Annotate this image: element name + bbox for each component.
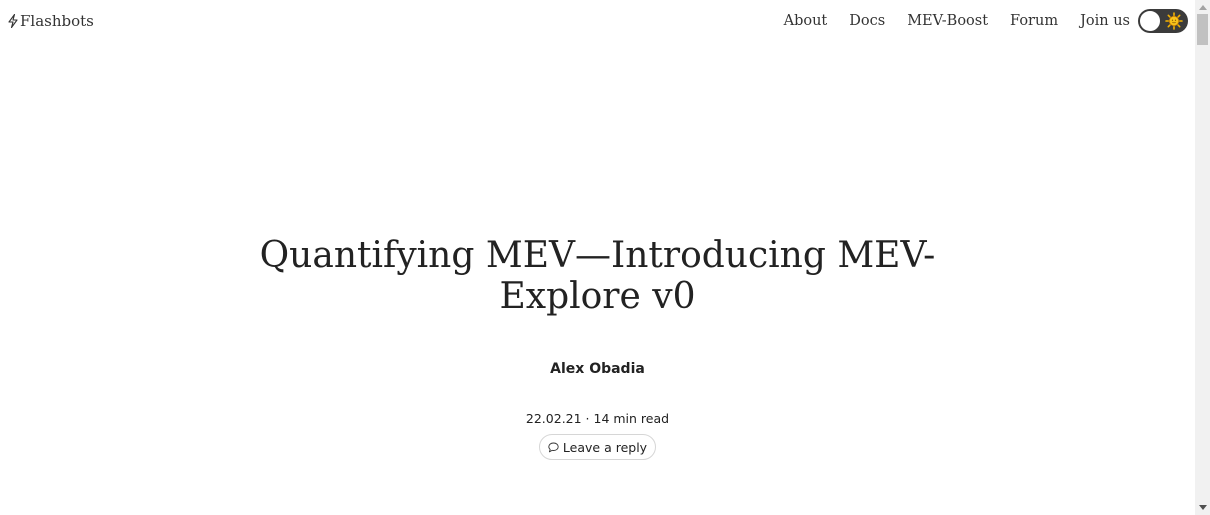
reply-wrap: Leave a reply: [0, 434, 1195, 460]
article-title: Quantifying MEV—Introducing MEV- Explore…: [0, 235, 1195, 317]
nav-forum[interactable]: Forum: [1010, 13, 1058, 29]
logo-text: Flashbots: [20, 12, 94, 30]
scroll-up-arrow-icon[interactable]: [1199, 5, 1207, 10]
leave-reply-button[interactable]: Leave a reply: [538, 434, 657, 460]
author-name[interactable]: Alex Obadia: [0, 361, 1195, 377]
vertical-scrollbar[interactable]: [1195, 0, 1210, 515]
title-line-1: Quantifying MEV—Introducing MEV-: [259, 235, 936, 276]
leave-reply-label: Leave a reply: [562, 439, 648, 455]
flashbots-logo-link[interactable]: Flashbots: [7, 10, 94, 32]
toggle-knob: [1139, 10, 1161, 32]
scroll-down-arrow-icon[interactable]: [1199, 505, 1207, 510]
scrollbar-thumb[interactable]: [1197, 14, 1208, 45]
lightning-bolt-icon: [8, 14, 18, 28]
theme-toggle[interactable]: [1138, 9, 1188, 33]
post-meta: 22.02.21 · 14 min read: [525, 411, 670, 426]
sun-icon: [1165, 12, 1183, 30]
nav-docs[interactable]: Docs: [849, 13, 885, 29]
nav-about[interactable]: About: [784, 13, 828, 29]
title-line-2: Explore v0: [499, 276, 696, 317]
nav-mev-boost[interactable]: MEV-Boost: [907, 13, 988, 29]
nav-join-us[interactable]: Join us: [1080, 13, 1130, 29]
main-nav: About Docs MEV-Boost Forum Join us: [784, 9, 1188, 33]
comment-bubble-icon: [548, 442, 559, 452]
page: Flashbots About Docs MEV-Boost Forum Joi…: [0, 0, 1195, 515]
